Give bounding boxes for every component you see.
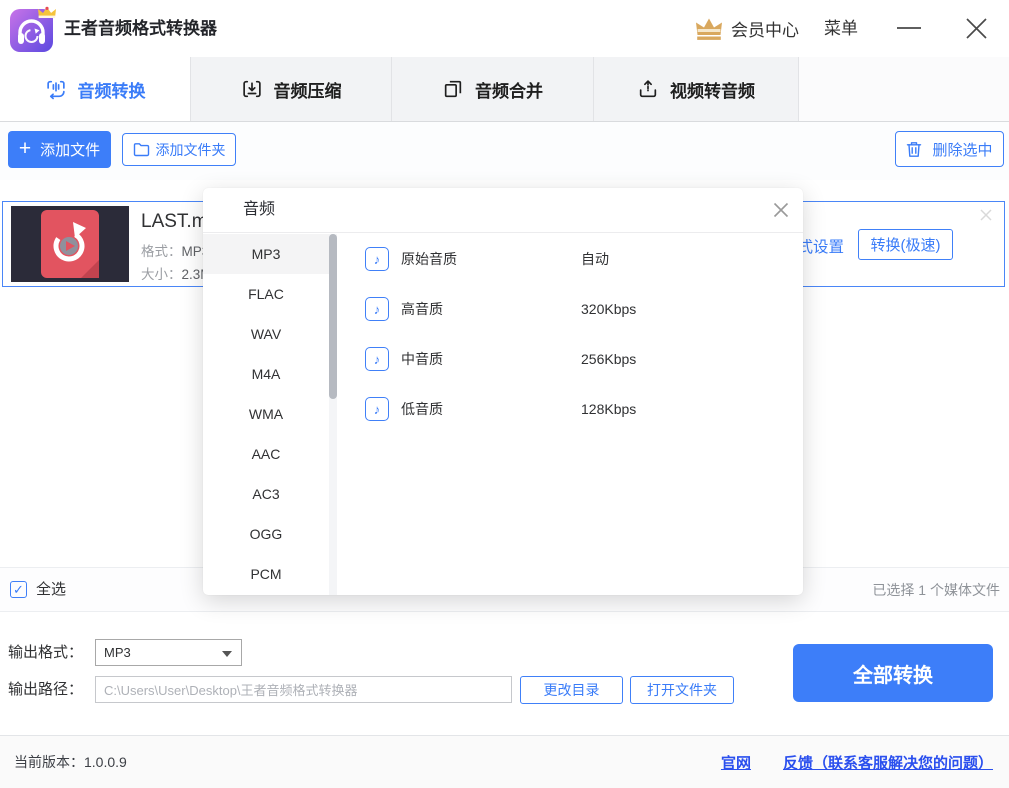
- member-center-button[interactable]: 会员中心: [694, 0, 799, 57]
- trash-icon: [906, 141, 922, 158]
- tab-label: 视频转音频: [670, 77, 755, 102]
- quality-value: 256Kbps: [581, 351, 636, 367]
- add-file-button[interactable]: + 添加文件: [8, 131, 111, 168]
- video-to-audio-icon: [637, 78, 659, 100]
- quality-label: 高音质: [401, 299, 581, 319]
- audio-merge-icon: [442, 78, 464, 100]
- output-format-select[interactable]: MP3: [95, 639, 242, 666]
- popup-header: 音频: [203, 188, 803, 233]
- change-directory-button[interactable]: 更改目录: [520, 676, 623, 704]
- quality-label: 中音质: [401, 349, 581, 369]
- tab-label: 音频压缩: [274, 77, 342, 102]
- member-center-label: 会员中心: [731, 16, 799, 41]
- tab-bar-filler: [799, 57, 1009, 121]
- add-folder-button[interactable]: 添加文件夹: [122, 133, 236, 166]
- add-folder-label: 添加文件夹: [156, 140, 226, 160]
- tab-bar: 音频转换 音频压缩 音频合并: [0, 57, 1009, 122]
- tab-audio-compress[interactable]: 音频压缩: [191, 57, 392, 121]
- format-list: MP3 FLAC WAV M4A WMA AAC AC3 OGG PCM: [203, 234, 329, 595]
- music-note-icon: ♪: [365, 297, 389, 321]
- convert-fast-button[interactable]: 转换(极速): [858, 229, 953, 260]
- open-folder-button[interactable]: 打开文件夹: [630, 676, 734, 704]
- format-option[interactable]: FLAC: [203, 274, 329, 314]
- chevron-down-icon: [222, 651, 232, 657]
- selected-count-text: 已选择 1 个媒体文件: [872, 568, 1000, 612]
- close-button[interactable]: [960, 12, 993, 45]
- title-bar: 王者音频格式转换器 会员中心 菜单: [0, 0, 1009, 57]
- file-size-meta: 大小：2.3M: [141, 263, 212, 283]
- scrollbar-thumb[interactable]: [329, 234, 337, 399]
- plus-icon: +: [19, 138, 31, 159]
- popup-body: MP3 FLAC WAV M4A WMA AAC AC3 OGG PCM ♪ 原…: [203, 234, 803, 595]
- member-crown-icon: [694, 16, 724, 42]
- tab-audio-convert[interactable]: 音频转换: [0, 57, 191, 121]
- quality-row[interactable]: ♪ 低音质 128Kbps: [365, 384, 803, 434]
- delete-selected-button[interactable]: 删除选中: [895, 131, 1004, 167]
- music-note-icon: ♪: [365, 247, 389, 271]
- footer: 当前版本：1.0.0.9 官网 反馈（联系客服解决您的问题）: [0, 735, 1009, 788]
- tab-label: 音频转换: [78, 77, 146, 102]
- app-title: 王者音频格式转换器: [64, 0, 217, 57]
- app-window: 王者音频格式转换器 会员中心 菜单: [0, 0, 1009, 788]
- tab-video-to-audio[interactable]: 视频转音频: [594, 57, 799, 121]
- check-icon: ✓: [13, 582, 24, 598]
- format-option[interactable]: M4A: [203, 354, 329, 394]
- format-option[interactable]: WMA: [203, 394, 329, 434]
- format-option[interactable]: AAC: [203, 434, 329, 474]
- audio-convert-icon: [45, 78, 67, 100]
- tab-label: 音频合并: [475, 77, 543, 102]
- format-option[interactable]: OGG: [203, 514, 329, 554]
- format-option[interactable]: MP3: [203, 234, 329, 274]
- output-path-label: 输出路径：: [8, 676, 83, 704]
- select-all-checkbox[interactable]: ✓: [10, 581, 27, 598]
- toolbar: + 添加文件 添加文件夹 删除选中: [0, 122, 1009, 180]
- version-text: 当前版本：1.0.0.9: [14, 736, 127, 788]
- official-site-link[interactable]: 官网: [721, 752, 751, 773]
- audio-compress-icon: [241, 78, 263, 100]
- quality-value: 320Kbps: [581, 301, 636, 317]
- select-all-label: 全选: [36, 568, 66, 612]
- popup-close-button[interactable]: [772, 201, 790, 219]
- format-popup: 音频 MP3 FLAC WAV M4A WMA AAC AC3 OGG PCM: [203, 188, 803, 595]
- convert-all-button[interactable]: 全部转换: [793, 644, 993, 702]
- format-option[interactable]: AC3: [203, 474, 329, 514]
- add-file-label: 添加文件: [40, 139, 100, 160]
- quality-row[interactable]: ♪ 原始音质 自动: [365, 234, 803, 284]
- quality-label: 原始音质: [401, 249, 581, 269]
- remove-file-button[interactable]: [979, 208, 993, 222]
- format-option[interactable]: WAV: [203, 314, 329, 354]
- format-option[interactable]: PCM: [203, 554, 329, 594]
- menu-button[interactable]: 菜单: [824, 0, 858, 57]
- music-note-icon: ♪: [365, 397, 389, 421]
- feedback-link[interactable]: 反馈（联系客服解决您的问题）: [783, 752, 993, 773]
- quality-list: ♪ 原始音质 自动 ♪ 高音质 320Kbps ♪ 中音质 256Kbps ♪ …: [337, 234, 803, 595]
- quality-row[interactable]: ♪ 中音质 256Kbps: [365, 334, 803, 384]
- output-format-value: MP3: [104, 645, 131, 660]
- file-thumbnail: [11, 206, 129, 282]
- quality-value: 自动: [581, 249, 609, 269]
- output-section: 输出格式： MP3 输出路径： 更改目录 打开文件夹 全部转换: [0, 612, 1009, 735]
- app-logo-icon: [10, 6, 56, 52]
- file-format-meta: 格式：MP3: [141, 240, 209, 260]
- quality-label: 低音质: [401, 399, 581, 419]
- footer-links: 官网 反馈（联系客服解决您的问题）: [721, 736, 993, 788]
- music-note-icon: ♪: [365, 347, 389, 371]
- output-format-label: 输出格式：: [8, 639, 83, 666]
- output-path-input[interactable]: [95, 676, 512, 703]
- folder-icon: [133, 142, 150, 157]
- popup-title: 音频: [243, 188, 275, 232]
- quality-value: 128Kbps: [581, 401, 636, 417]
- delete-selected-label: 删除选中: [932, 139, 992, 160]
- quality-row[interactable]: ♪ 高音质 320Kbps: [365, 284, 803, 334]
- minimize-button[interactable]: [897, 27, 921, 29]
- format-list-scrollbar: [329, 234, 337, 595]
- tab-audio-merge[interactable]: 音频合并: [392, 57, 594, 121]
